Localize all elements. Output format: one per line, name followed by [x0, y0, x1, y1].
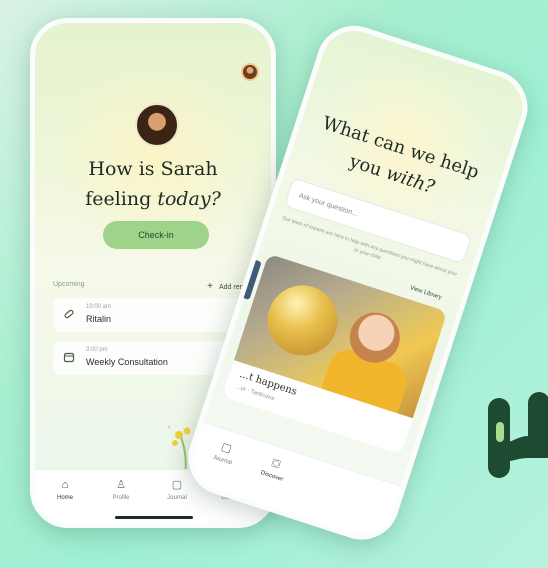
greeting-title-line1: How is Sarah — [88, 158, 218, 180]
reminder-time: 10:00 am — [86, 304, 112, 310]
profile-icon: ♙ — [116, 479, 126, 491]
home-indicator — [115, 516, 193, 519]
greeting-plain-text: feeling — [85, 188, 158, 210]
view-library-link[interactable]: View Library — [409, 285, 442, 301]
home-icon: ⌂ — [61, 479, 69, 491]
brand-logo-icon — [488, 392, 548, 478]
tab-home[interactable]: ⌂ Home — [41, 478, 89, 501]
pill-icon — [62, 308, 76, 322]
tab-label: Journal — [167, 495, 187, 501]
reminder-title: Ritalin — [86, 314, 112, 324]
tab-profile[interactable]: ♙ Profile — [97, 478, 145, 501]
reminder-time: 3:00 pm — [86, 347, 108, 353]
tab-label: Profile — [112, 495, 130, 501]
user-avatar[interactable] — [241, 63, 259, 81]
check-in-button[interactable]: Check-in — [103, 221, 209, 249]
tab-journal[interactable]: ▢ Journal — [199, 434, 252, 471]
upcoming-label: Upcoming — [53, 281, 85, 288]
tab-label: Home — [56, 495, 73, 501]
greeting-title-line2: feeling today? — [45, 185, 261, 213]
greeting-emphasis-text: today? — [157, 188, 221, 210]
upcoming-header: Upcoming + Add reminder — [53, 281, 261, 295]
reminder-title: Weekly Consultation — [86, 357, 168, 367]
plus-icon: + — [207, 281, 213, 292]
child-avatar — [135, 103, 179, 147]
calendar-icon — [62, 351, 76, 365]
balloon-shape — [258, 276, 347, 365]
tab-discover[interactable]: ⛋Discover — [248, 450, 301, 487]
library-article-card[interactable]: View Library ...t happens ...ur · Tantru… — [222, 253, 448, 455]
